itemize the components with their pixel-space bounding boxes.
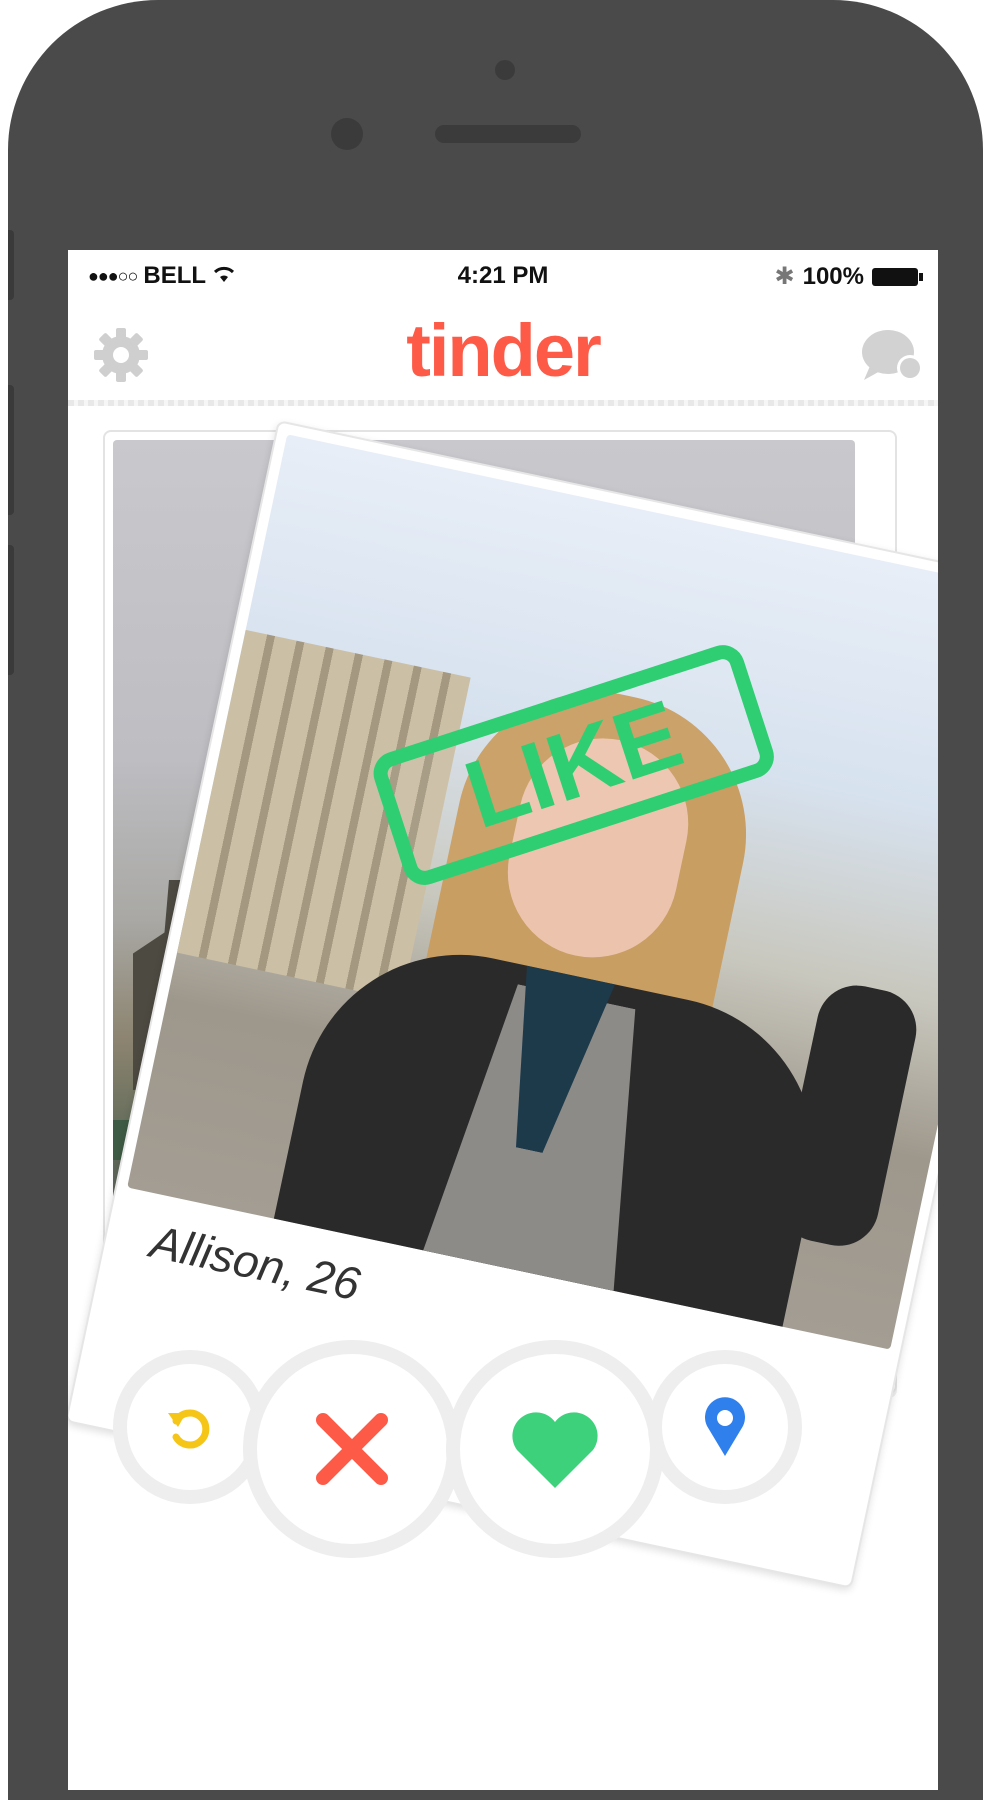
proximity-sensor [331,118,363,150]
bluetooth-icon: ✱ [774,263,795,290]
close-icon [316,1413,388,1485]
chat-bubbles-icon[interactable] [860,326,926,389]
phone-frame: ●●●○○ BELL 4:21 PM ✱ 100% tinder LIKE Al… [8,0,983,1800]
front-camera [495,60,515,80]
header-divider [68,400,938,406]
action-bar [68,1330,938,1590]
heart-icon [512,1412,598,1488]
top-navbar: tinder [68,300,938,400]
undo-button[interactable] [113,1350,267,1504]
location-button[interactable] [648,1350,802,1504]
tinder-logo: tinder [406,309,602,392]
status-bar: ●●●○○ BELL 4:21 PM ✱ 100% [68,250,938,300]
undo-icon [168,1409,210,1449]
app-screen: ●●●○○ BELL 4:21 PM ✱ 100% tinder LIKE Al… [68,250,938,1790]
profile-photo: LIKE [127,434,938,1350]
battery-percent: 100% [802,262,864,290]
location-pin-icon [705,1397,745,1456]
volume-down-button [8,545,14,675]
like-button[interactable] [446,1340,664,1558]
volume-up-button [8,385,14,515]
earpiece-speaker [435,125,581,143]
battery-icon [872,267,923,286]
nope-button[interactable] [243,1340,461,1558]
mute-switch [8,230,14,300]
status-right: ✱ 100% [774,262,923,291]
